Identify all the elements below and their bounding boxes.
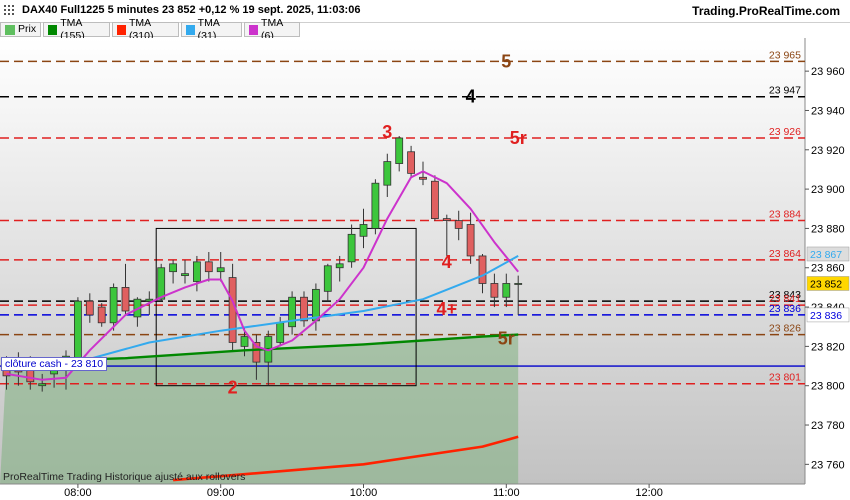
x-tick-label: 09:00 — [207, 487, 235, 499]
legend-item-tma310[interactable]: TMA (310) — [111, 17, 179, 42]
y-tick-label: 23 800 — [811, 381, 845, 393]
price-tag-label: 23 867 — [810, 249, 842, 261]
candle-body — [204, 261, 213, 273]
x-tick-label: 12:00 — [635, 487, 663, 499]
legend-swatch — [185, 24, 195, 35]
candle-body — [216, 267, 225, 273]
wave-label: 3 — [382, 122, 392, 142]
legend-label: Prix — [18, 23, 37, 35]
y-tick-label: 23 760 — [811, 459, 845, 471]
y-tick-label: 23 780 — [811, 420, 845, 432]
level-tag: 4 — [466, 87, 476, 107]
wave-label: 2 — [228, 378, 238, 398]
x-tick-label: 08:00 — [64, 487, 92, 499]
x-axis-panel — [0, 484, 850, 500]
candle-body — [395, 137, 404, 164]
candle-body — [478, 255, 487, 284]
cash-close-label: clôture cash - 23 810 — [1, 357, 108, 371]
candle-body — [466, 224, 475, 257]
level-label: 23 801 — [769, 372, 801, 384]
y-tick-label: 23 880 — [811, 223, 845, 235]
candle-body — [335, 263, 344, 269]
candle-body — [407, 151, 416, 174]
y-tick-label: 23 860 — [811, 263, 845, 275]
level-label: 23 947 — [769, 85, 801, 97]
chart-title: DAX40 Full1225 5 minutes 23 852 +0,12 % … — [22, 4, 361, 16]
price-tag-label: 23 836 — [810, 310, 842, 322]
level-label: 23 836 — [769, 303, 801, 315]
candle-body — [276, 322, 285, 343]
legend-item-tma6[interactable]: TMA (6) — [243, 17, 300, 42]
candle-body — [121, 287, 130, 312]
level-label: 23 965 — [769, 49, 801, 61]
candle-body — [74, 300, 82, 363]
y-tick-label: 23 900 — [811, 184, 845, 196]
legend-swatch — [248, 24, 259, 35]
legend-item-tma31[interactable]: TMA (31) — [180, 17, 242, 42]
candle-body — [454, 220, 463, 229]
candle-body — [347, 233, 356, 263]
candle-body — [97, 306, 106, 324]
candle-body — [240, 336, 249, 347]
wave-label: 4+ — [437, 299, 458, 319]
candle-body — [490, 283, 499, 298]
candle-body — [300, 296, 308, 322]
candle-body — [288, 296, 297, 328]
candle-body — [228, 277, 237, 343]
x-tick-label: 11:00 — [493, 487, 520, 499]
candle-body — [181, 273, 189, 277]
brand-label: Trading.ProRealTime.com — [692, 4, 840, 18]
legend-swatch — [48, 24, 58, 35]
legend-item-price[interactable]: Prix — [0, 22, 42, 37]
level-tag: 5r — [510, 128, 527, 148]
candle-body — [514, 283, 523, 285]
candle-body — [371, 182, 380, 229]
candle-body — [502, 283, 511, 298]
level-label: 23 884 — [769, 209, 801, 221]
candle-body — [192, 261, 201, 282]
x-tick-label: 10:00 — [350, 487, 378, 499]
candle-body — [169, 263, 178, 273]
level-label: 23 864 — [769, 248, 801, 260]
candle-body — [383, 161, 392, 186]
level-label: 23 926 — [769, 126, 801, 138]
candle-body — [419, 176, 427, 180]
footnote: ProRealTime Trading Historique ajusté au… — [3, 471, 246, 483]
wave-label: 4 — [442, 252, 452, 272]
wave-label: 5r — [498, 329, 515, 349]
candle-body — [157, 267, 166, 300]
price-tag-label: 23 852 — [810, 278, 842, 290]
candle-body — [38, 383, 47, 387]
candle-body — [430, 180, 439, 219]
y-tick-label: 23 960 — [811, 66, 845, 78]
candle-body — [323, 265, 332, 292]
level-label: 23 826 — [769, 323, 801, 335]
candle-body — [85, 300, 94, 316]
level-tag: 5 — [501, 51, 511, 71]
y-tick-label: 23 940 — [811, 105, 845, 117]
candle-body — [109, 287, 118, 324]
candle-body — [311, 288, 320, 322]
y-tick-label: 23 820 — [811, 341, 845, 353]
menu-icon[interactable] — [4, 5, 15, 16]
candle-body — [359, 224, 368, 237]
y-tick-label: 23 980 — [811, 38, 845, 39]
indicator-legend: Prix TMA (155) TMA (310) TMA (31) TMA (6… — [0, 17, 302, 42]
legend-item-tma155[interactable]: TMA (155) — [43, 17, 110, 42]
chart-header: DAX40 Full1225 5 minutes 23 852 +0,12 % … — [0, 0, 850, 23]
y-tick-label: 23 920 — [811, 145, 845, 157]
legend-swatch — [116, 24, 126, 35]
legend-swatch — [5, 24, 15, 35]
price-chart[interactable]: 23 76023 78023 80023 82023 84023 86023 8… — [0, 38, 850, 500]
candle-body — [442, 218, 451, 221]
